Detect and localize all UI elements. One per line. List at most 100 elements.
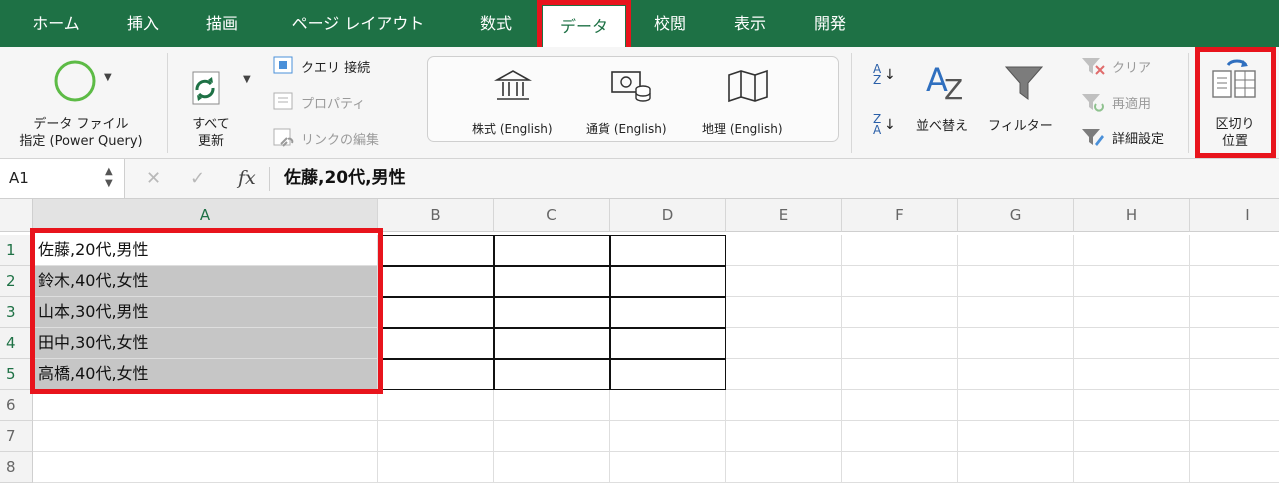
- cell-E5[interactable]: [726, 359, 842, 390]
- cell-C2[interactable]: [494, 266, 610, 297]
- cell-D8[interactable]: [610, 452, 726, 483]
- cell-G6[interactable]: [958, 390, 1074, 421]
- get-data-button[interactable]: データ ファイル 指定 (Power Query): [0, 116, 162, 150]
- sort-descending-icon[interactable]: ZA: [873, 113, 881, 136]
- select-all-corner[interactable]: [0, 199, 33, 232]
- filter-funnel-icon[interactable]: [1004, 63, 1044, 103]
- cell-E7[interactable]: [726, 421, 842, 452]
- cell-F7[interactable]: [842, 421, 958, 452]
- stocks-bank-icon[interactable]: [494, 68, 532, 104]
- cell-F2[interactable]: [842, 266, 958, 297]
- edit-links-button[interactable]: リンクの編集: [301, 129, 379, 148]
- geography-button[interactable]: 地理 (English): [702, 120, 783, 137]
- tab-home[interactable]: ホーム: [18, 0, 94, 47]
- cell-G1[interactable]: [958, 235, 1074, 266]
- cell-F6[interactable]: [842, 390, 958, 421]
- cell-D3[interactable]: [610, 297, 726, 328]
- tab-data[interactable]: データ: [543, 6, 625, 47]
- cell-B1[interactable]: [378, 235, 494, 266]
- row-header-3[interactable]: 3: [0, 297, 33, 328]
- cell-C7[interactable]: [494, 421, 610, 452]
- cell-A8[interactable]: [33, 452, 378, 483]
- get-data-icon[interactable]: [52, 58, 98, 104]
- cell-I6[interactable]: [1190, 390, 1279, 421]
- cell-A3[interactable]: 山本,30代,男性: [33, 297, 378, 328]
- cell-I8[interactable]: [1190, 452, 1279, 483]
- row-header-5[interactable]: 5: [0, 359, 33, 390]
- cell-G4[interactable]: [958, 328, 1074, 359]
- column-header-G[interactable]: G: [958, 199, 1074, 232]
- properties-button[interactable]: プロパティ: [301, 93, 365, 112]
- cell-F5[interactable]: [842, 359, 958, 390]
- text-to-columns-icon[interactable]: [1212, 57, 1258, 101]
- tab-draw[interactable]: 描画: [192, 0, 252, 47]
- cell-B6[interactable]: [378, 390, 494, 421]
- cell-B3[interactable]: [378, 297, 494, 328]
- cell-G8[interactable]: [958, 452, 1074, 483]
- cell-F4[interactable]: [842, 328, 958, 359]
- cell-D4[interactable]: [610, 328, 726, 359]
- tab-view[interactable]: 表示: [720, 0, 780, 47]
- tab-formulas[interactable]: 数式: [466, 0, 526, 47]
- cell-I5[interactable]: [1190, 359, 1279, 390]
- row-header-6[interactable]: 6: [0, 390, 33, 421]
- cell-F3[interactable]: [842, 297, 958, 328]
- cell-B5[interactable]: [378, 359, 494, 390]
- column-header-H[interactable]: H: [1074, 199, 1190, 232]
- refresh-dropdown-icon[interactable]: ▼: [243, 74, 251, 85]
- tab-insert[interactable]: 挿入: [115, 0, 171, 47]
- cell-B7[interactable]: [378, 421, 494, 452]
- cell-E4[interactable]: [726, 328, 842, 359]
- cell-C3[interactable]: [494, 297, 610, 328]
- row-header-1[interactable]: 1: [0, 235, 33, 266]
- cell-I4[interactable]: [1190, 328, 1279, 359]
- cell-I2[interactable]: [1190, 266, 1279, 297]
- cell-A2[interactable]: 鈴木,40代,女性: [33, 266, 378, 297]
- cell-E3[interactable]: [726, 297, 842, 328]
- cell-D7[interactable]: [610, 421, 726, 452]
- enter-icon[interactable]: ✓: [190, 159, 205, 198]
- cell-C6[interactable]: [494, 390, 610, 421]
- sort-button[interactable]: 並べ替え: [916, 115, 968, 134]
- sort-ascending-icon[interactable]: AZ: [873, 63, 881, 86]
- cell-H6[interactable]: [1074, 390, 1190, 421]
- column-header-D[interactable]: D: [610, 199, 726, 232]
- column-header-A[interactable]: A: [33, 199, 378, 232]
- cell-G7[interactable]: [958, 421, 1074, 452]
- queries-connections-button[interactable]: クエリ 接続: [301, 57, 370, 76]
- cell-B4[interactable]: [378, 328, 494, 359]
- cell-G3[interactable]: [958, 297, 1074, 328]
- sort-az-icon[interactable]: A Z: [924, 61, 968, 101]
- row-header-8[interactable]: 8: [0, 452, 33, 483]
- cell-B2[interactable]: [378, 266, 494, 297]
- stocks-button[interactable]: 株式 (English): [472, 120, 553, 137]
- cell-D5[interactable]: [610, 359, 726, 390]
- cancel-icon[interactable]: ✕: [146, 159, 161, 198]
- cell-D2[interactable]: [610, 266, 726, 297]
- formula-input[interactable]: 佐藤,20代,男性: [284, 159, 406, 198]
- insert-function-icon[interactable]: fx: [238, 159, 256, 198]
- cell-C8[interactable]: [494, 452, 610, 483]
- refresh-icon[interactable]: [187, 70, 223, 106]
- cell-G2[interactable]: [958, 266, 1074, 297]
- get-data-dropdown-icon[interactable]: ▼: [104, 72, 112, 83]
- column-header-I[interactable]: I: [1190, 199, 1279, 232]
- cell-A6[interactable]: [33, 390, 378, 421]
- tab-review[interactable]: 校閲: [640, 0, 700, 47]
- geography-map-icon[interactable]: [726, 68, 770, 104]
- cell-D1[interactable]: [610, 235, 726, 266]
- currency-icon[interactable]: [610, 68, 652, 104]
- cell-D6[interactable]: [610, 390, 726, 421]
- row-header-7[interactable]: 7: [0, 421, 33, 452]
- refresh-all-button[interactable]: すべて 更新: [180, 116, 242, 150]
- cell-E6[interactable]: [726, 390, 842, 421]
- name-box-stepper-icon[interactable]: ▲ ▼: [105, 166, 113, 190]
- cell-E1[interactable]: [726, 235, 842, 266]
- cell-A1[interactable]: 佐藤,20代,男性: [33, 235, 378, 266]
- cell-A7[interactable]: [33, 421, 378, 452]
- cell-H8[interactable]: [1074, 452, 1190, 483]
- cell-E8[interactable]: [726, 452, 842, 483]
- cell-H1[interactable]: [1074, 235, 1190, 266]
- cell-A4[interactable]: 田中,30代,女性: [33, 328, 378, 359]
- cell-H5[interactable]: [1074, 359, 1190, 390]
